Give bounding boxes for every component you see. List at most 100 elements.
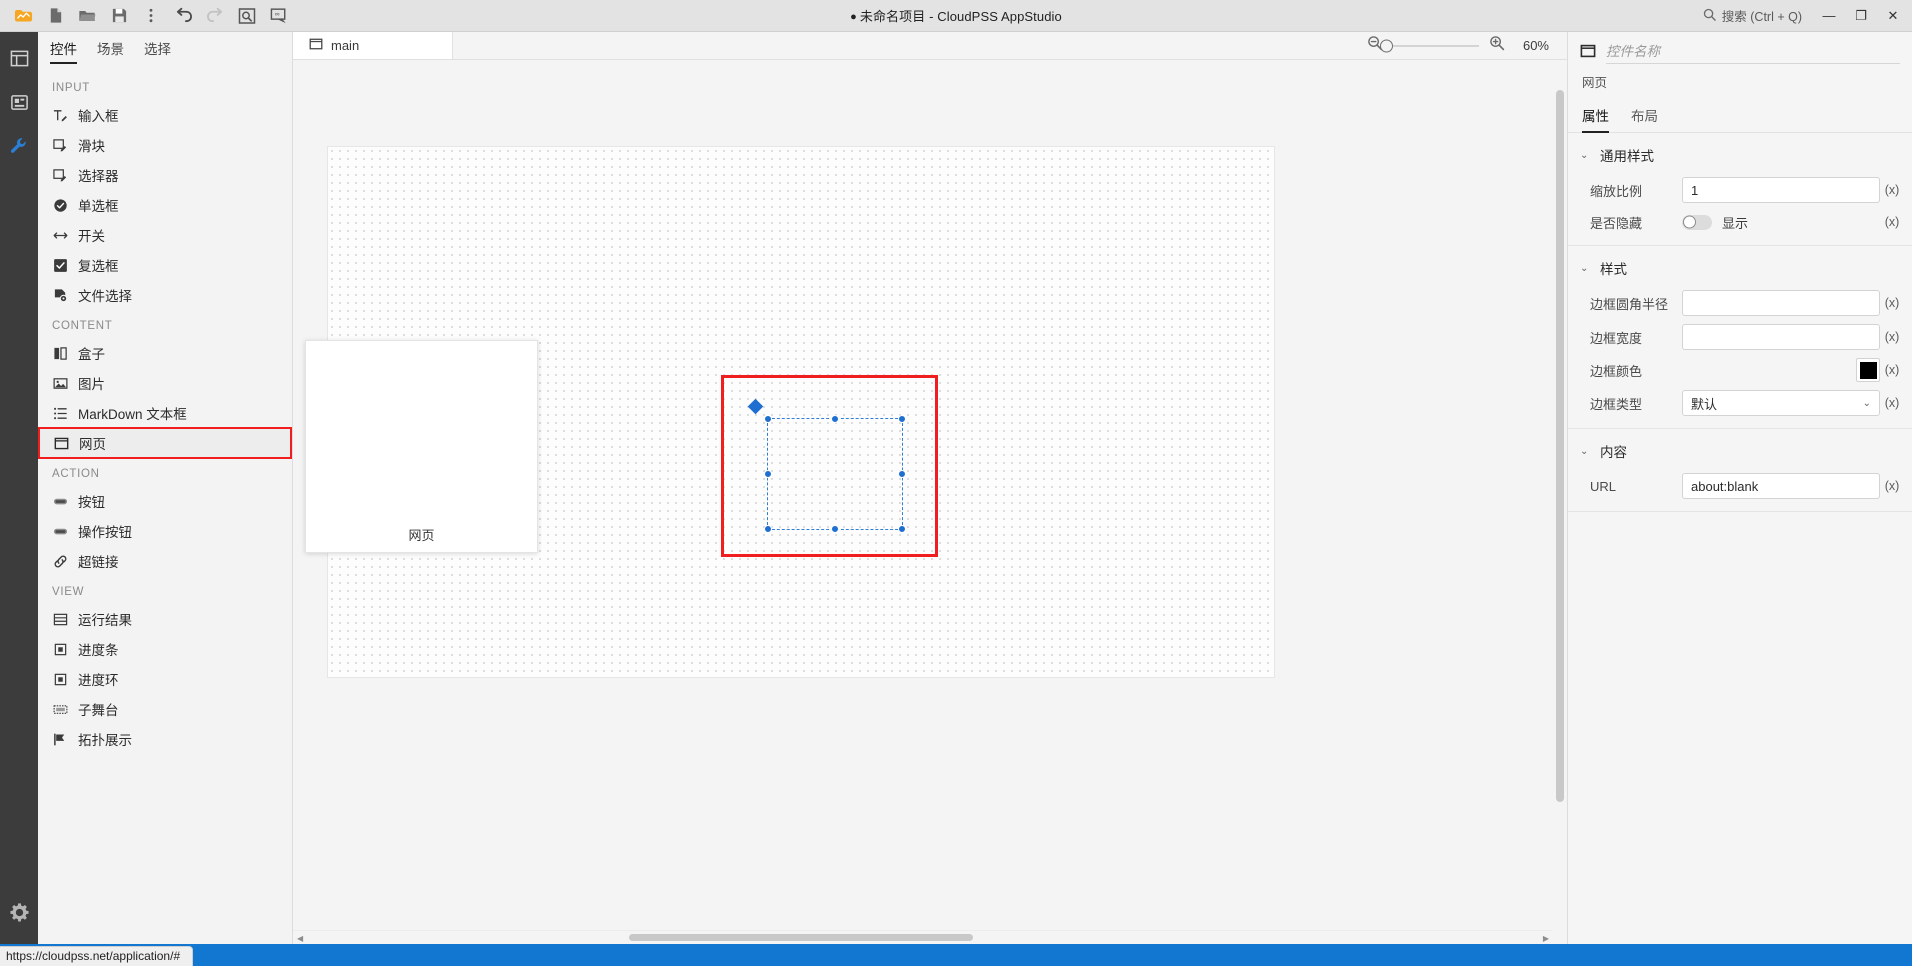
widget-item-progress-ring[interactable]: 进度环 <box>38 664 292 694</box>
widget-label: 子舞台 <box>78 703 119 718</box>
resize-handle-sw[interactable] <box>764 525 772 533</box>
selector-icon <box>52 167 68 183</box>
tab-properties[interactable]: 属性 <box>1582 105 1609 133</box>
resize-handle-s[interactable] <box>831 525 839 533</box>
rail-library-icon[interactable] <box>0 80 38 124</box>
new-file-icon[interactable] <box>40 3 70 29</box>
canvas-viewport[interactable]: 网页 ◀ ▶ <box>293 60 1567 944</box>
widget-item-image[interactable]: 图片 <box>38 368 292 398</box>
tab-widgets[interactable]: 控件 <box>50 38 77 64</box>
resize-handle-se[interactable] <box>898 525 906 533</box>
zoom-in-icon[interactable] <box>1489 35 1505 56</box>
widget-item-topology[interactable]: 拓扑展示 <box>38 724 292 754</box>
prop-row-scale: 缩放比例 (x) <box>1568 173 1912 207</box>
tab-selection[interactable]: 选择 <box>144 38 171 64</box>
text-input-icon <box>52 107 68 123</box>
canvas-vertical-scrollbar[interactable] <box>1553 88 1567 930</box>
widget-item-action-button[interactable]: 操作按钮 <box>38 516 292 546</box>
widget-item-switch[interactable]: 开关 <box>38 220 292 250</box>
scroll-left-arrow[interactable]: ◀ <box>297 934 303 943</box>
rail-settings-icon[interactable] <box>0 890 38 934</box>
widget-item-box[interactable]: 盒子 <box>38 338 292 368</box>
rail-tools-icon[interactable] <box>0 124 38 168</box>
widget-item-checkbox[interactable]: 复选框 <box>38 250 292 280</box>
widget-list: INPUT 输入框 滑块 选择器 单选框 开关 复选框 文件选择 CONTENT… <box>38 64 292 944</box>
expr-toggle-url[interactable]: (x) <box>1880 479 1904 493</box>
border-width-input[interactable] <box>1682 324 1880 350</box>
widget-item-hyperlink[interactable]: 超链接 <box>38 546 292 576</box>
section-content[interactable]: ⌄ 内容 <box>1568 429 1912 469</box>
maximize-button[interactable]: ❐ <box>1848 3 1874 29</box>
section-style[interactable]: ⌄ 样式 <box>1568 246 1912 286</box>
border-color-swatch[interactable] <box>1856 358 1880 382</box>
section-title: 样式 <box>1600 262 1627 277</box>
resize-handle-e[interactable] <box>898 470 906 478</box>
canvas-tab-main[interactable]: main <box>293 32 453 59</box>
canvas-horizontal-thumb[interactable] <box>629 934 973 941</box>
app-window: ∞ ● 未命名项目 - CloudPSS AppStudio 搜索 (Ctrl +… <box>0 0 1912 966</box>
rail-explorer-icon[interactable] <box>0 36 38 80</box>
resize-handle-w[interactable] <box>764 470 772 478</box>
group-header-content: CONTENT <box>52 320 113 332</box>
tab-scenes[interactable]: 场景 <box>97 38 124 64</box>
canvas-area: main 60% 网页 ◀ ▶ <box>293 32 1567 944</box>
titlebar-right: 搜索 (Ctrl + Q) — ❐ ✕ <box>1695 3 1912 29</box>
resize-handle-nw[interactable] <box>764 415 772 423</box>
canvas-vertical-thumb[interactable] <box>1556 90 1564 802</box>
widget-item-radio[interactable]: 单选框 <box>38 190 292 220</box>
scroll-right-arrow[interactable]: ▶ <box>1543 934 1549 943</box>
widget-label: 复选框 <box>78 259 119 274</box>
zoom-controls: 60% <box>1367 32 1567 59</box>
search-box[interactable]: 搜索 (Ctrl + Q) <box>1695 6 1810 25</box>
selection-box[interactable] <box>747 398 906 533</box>
border-type-value: 默认 <box>1691 396 1718 412</box>
section-general-style[interactable]: ⌄ 通用样式 <box>1568 133 1912 173</box>
border-type-select[interactable]: 默认 ⌄ <box>1682 390 1880 416</box>
undo-icon[interactable] <box>168 3 198 29</box>
zoom-slider-handle[interactable] <box>1380 39 1393 52</box>
widget-item-slider[interactable]: 滑块 <box>38 130 292 160</box>
close-button[interactable]: ✕ <box>1880 3 1906 29</box>
chevron-down-icon: ⌄ <box>1580 445 1589 457</box>
expr-toggle-border-radius[interactable]: (x) <box>1880 296 1904 310</box>
resize-handle-n[interactable] <box>831 415 839 423</box>
expr-toggle-border-color[interactable]: (x) <box>1880 363 1904 377</box>
expr-toggle-border-type[interactable]: (x) <box>1880 396 1904 410</box>
widget-name-input[interactable] <box>1606 42 1900 64</box>
app-body: 控件 场景 选择 INPUT 输入框 滑块 选择器 单选框 开关 复选框 文件选… <box>0 32 1912 944</box>
border-radius-input[interactable] <box>1682 290 1880 316</box>
open-folder-icon[interactable] <box>72 3 102 29</box>
scale-input[interactable] <box>1682 177 1880 203</box>
run-icon[interactable]: ∞ <box>264 3 294 29</box>
widget-item-file-picker[interactable]: 文件选择 <box>38 280 292 310</box>
zoom-slider[interactable] <box>1380 39 1479 52</box>
resize-handle-ne[interactable] <box>898 415 906 423</box>
widget-item-button[interactable]: 按钮 <box>38 486 292 516</box>
preview-icon[interactable] <box>232 3 262 29</box>
widget-label: 运行结果 <box>78 613 132 628</box>
expr-toggle-hidden[interactable]: (x) <box>1880 215 1904 229</box>
search-placeholder: 搜索 (Ctrl + Q) <box>1721 10 1802 24</box>
save-icon[interactable] <box>104 3 134 29</box>
button-icon <box>52 493 68 509</box>
widget-item-markdown[interactable]: MarkDown 文本框 <box>38 398 292 428</box>
section-title: 通用样式 <box>1600 149 1654 164</box>
more-menu-icon[interactable] <box>136 3 166 29</box>
widget-item-webpage[interactable]: 网页 <box>38 427 292 459</box>
expr-toggle-border-width[interactable]: (x) <box>1880 330 1904 344</box>
widget-item-substage[interactable]: 子舞台 <box>38 694 292 724</box>
tab-layout[interactable]: 布局 <box>1631 105 1658 132</box>
minimize-button[interactable]: — <box>1816 3 1842 29</box>
drag-preview-card: 网页 <box>305 340 538 553</box>
url-input[interactable] <box>1682 473 1880 499</box>
widget-item-progress-bar[interactable]: 进度条 <box>38 634 292 664</box>
app-logo-icon[interactable] <box>8 3 38 29</box>
widget-item-result[interactable]: 运行结果 <box>38 604 292 634</box>
widget-item-selector[interactable]: 选择器 <box>38 160 292 190</box>
hidden-toggle[interactable] <box>1682 214 1712 230</box>
canvas-horizontal-scrollbar[interactable]: ◀ ▶ <box>293 930 1553 944</box>
widget-item-text-input[interactable]: 输入框 <box>38 100 292 130</box>
expr-toggle-scale[interactable]: (x) <box>1880 183 1904 197</box>
switch-icon <box>52 227 68 243</box>
redo-icon[interactable] <box>200 3 230 29</box>
